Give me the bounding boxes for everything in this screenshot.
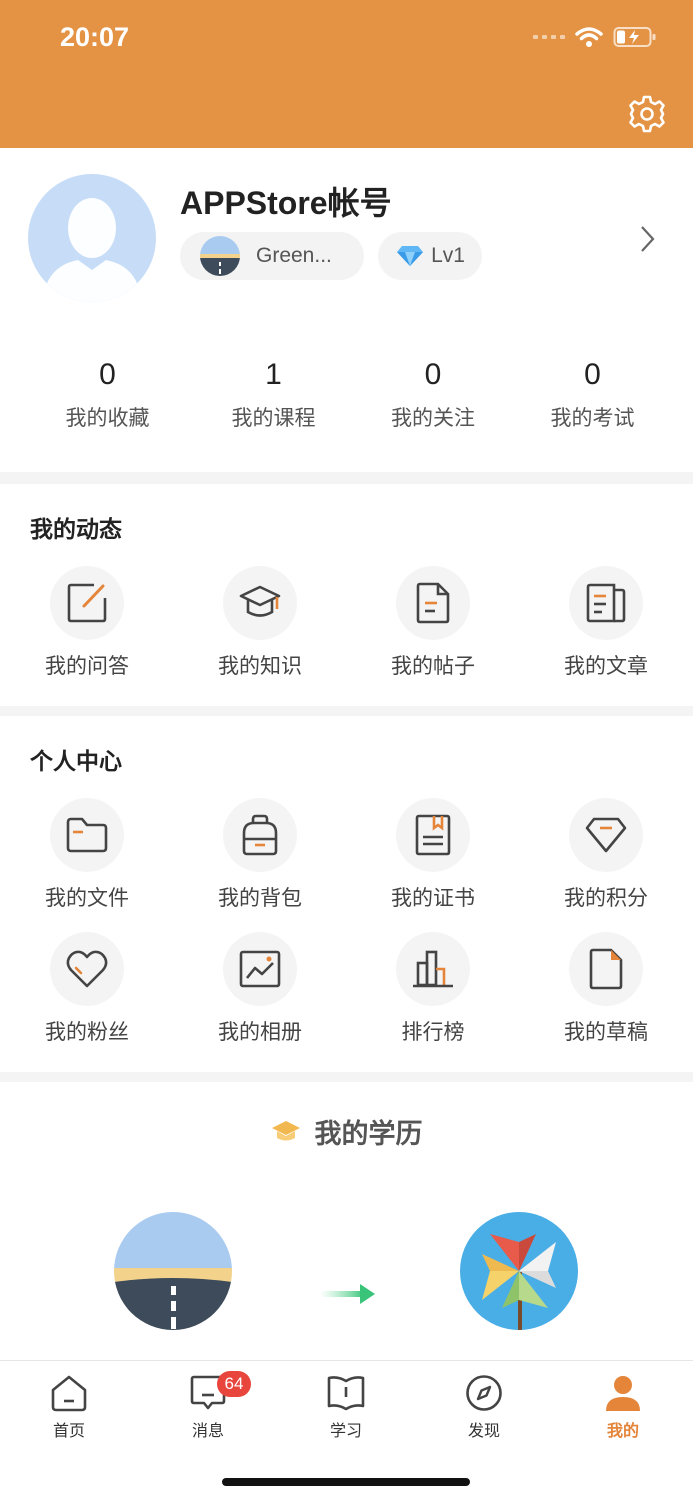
tab-label: 学习 [329,1423,362,1440]
grid-item-backpack[interactable]: 我的背包 [200,798,320,912]
team-tag-label: Green... [256,244,332,267]
grid-item-label: 我的证书 [391,887,475,910]
grid-item-label: 我的帖子 [391,655,475,678]
stat-following[interactable]: 0 我的关注 [317,358,534,432]
stats-row: 0 我的收藏 1 我的课程 0 我的关注 0 我的考试 [0,358,693,432]
home-indicator [222,1478,470,1486]
tab-messages[interactable]: 64 消息 [163,1371,253,1441]
stat-value: 0 [99,358,116,391]
pinwheel-illustration [460,1212,578,1330]
stat-courses[interactable]: 1 我的课程 [215,358,317,432]
stat-label: 我的课程 [231,407,316,430]
certificate-icon [415,814,451,856]
education-header: 我的学历 [0,1112,693,1151]
grid-item-label: 我的相册 [218,1021,302,1044]
arrow-right-icon [320,1284,375,1304]
grid-item-drafts[interactable]: 我的草稿 [546,932,666,1046]
tab-label: 发现 [467,1423,500,1440]
tab-me[interactable]: 我的 [578,1373,668,1441]
draft-icon [589,948,623,990]
stat-value: 0 [584,358,601,391]
default-avatar-icon [42,198,142,302]
level-tag-label: Lv1 [431,244,465,267]
stat-favorites[interactable]: 0 我的收藏 [0,358,215,432]
stat-value: 1 [265,358,282,391]
grid-item-articles[interactable]: 我的文章 [546,566,666,680]
education-section: 我的学历 [0,1082,693,1362]
edit-icon [67,583,107,623]
grid-item-label: 我的背包 [218,887,302,910]
graduation-cap-icon [239,585,281,617]
education-title: 我的学历 [314,1119,423,1149]
unread-badge: 64 [217,1371,251,1397]
personal-center-title: 个人中心 [30,748,122,774]
grid-item-posts[interactable]: 我的帖子 [373,566,493,680]
home-icon [51,1375,87,1412]
grid-item-label: 我的知识 [218,655,302,678]
graduation-cap-icon [271,1120,300,1140]
signal-icon [533,35,565,39]
grid-item-fans[interactable]: 我的粉丝 [27,932,147,1046]
tab-discover[interactable]: 发现 [439,1373,529,1441]
dynamics-title: 我的动态 [30,516,122,542]
stat-value: 0 [424,358,442,391]
profile-icon [606,1376,640,1411]
grid-item-album[interactable]: 我的相册 [200,932,320,1046]
grid-item-knowledge[interactable]: 我的知识 [200,566,320,680]
grid-item-label: 我的问答 [45,655,129,678]
article-icon [586,583,626,623]
grid-item-files[interactable]: 我的文件 [27,798,147,912]
settings-gear-icon[interactable] [627,94,667,134]
tab-label: 我的 [606,1423,639,1440]
grid-item-label: 我的草稿 [564,1021,648,1044]
grid-item-label: 排行榜 [401,1021,465,1044]
stat-label: 我的考试 [550,407,635,430]
level-tag[interactable]: Lv1 [378,232,482,280]
battery-icon [613,27,656,47]
chevron-right-icon[interactable] [637,224,657,254]
grid-item-label: 我的文件 [45,887,129,910]
backpack-icon [242,814,278,856]
username: APPStore帐号 [180,185,392,221]
diamond-level-icon [397,246,424,266]
stat-label: 我的收藏 [65,407,150,430]
road-illustration [114,1212,232,1330]
compass-icon [466,1375,502,1411]
road-icon [200,236,240,276]
status-icons [533,26,657,48]
folder-icon [66,817,108,853]
ranking-icon [413,950,453,988]
grid-item-certificates[interactable]: 我的证书 [373,798,493,912]
team-tag[interactable]: Green... [180,232,364,280]
diamond-icon [585,817,627,853]
stat-exams[interactable]: 0 我的考试 [534,358,636,432]
stat-label: 我的关注 [391,407,475,430]
tab-study[interactable]: 学习 [301,1373,391,1441]
heart-icon [66,950,108,988]
document-icon [416,582,450,624]
profile-card[interactable]: APPStore帐号 Green... Lv1 0 我的收藏 1 我的课程 0 … [0,148,693,472]
book-icon [327,1376,365,1411]
grid-item-label: 我的文章 [564,655,648,678]
tab-label: 首页 [52,1423,85,1440]
grid-item-label: 我的积分 [564,887,648,910]
grid-item-qa[interactable]: 我的问答 [27,566,147,680]
grid-item-points[interactable]: 我的积分 [546,798,666,912]
tab-home[interactable]: 首页 [24,1373,114,1441]
status-time: 20:07 [60,22,130,52]
personal-center-section: 个人中心 我的文件 我的背包 我的证书 我的积分 我的粉丝 我的相册 排行榜 我… [0,716,693,1072]
avatar[interactable] [28,174,156,302]
photo-icon [239,950,281,988]
wifi-icon [575,27,603,47]
header-bar: 20:07 [0,0,693,148]
grid-item-ranking[interactable]: 排行榜 [373,932,493,1046]
grid-item-label: 我的粉丝 [45,1021,129,1044]
dynamics-section: 我的动态 我的问答 我的知识 我的帖子 我的文章 [0,484,693,706]
tab-label: 消息 [191,1423,224,1440]
